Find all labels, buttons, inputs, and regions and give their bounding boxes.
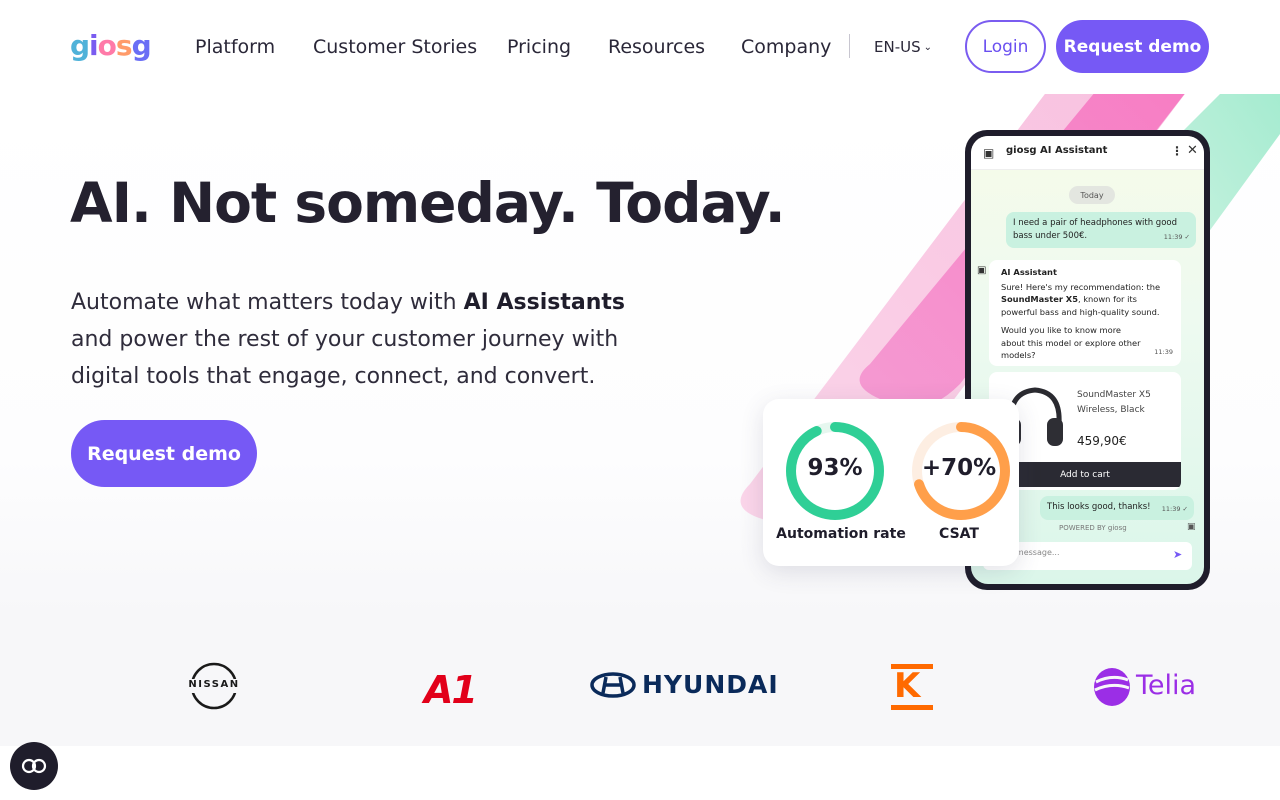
request-demo-button-hero[interactable]: Request demo	[71, 420, 257, 487]
close-icon[interactable]: ✕	[1187, 143, 1198, 158]
nav-link-resources[interactable]: Resources	[608, 34, 705, 60]
giosg-logo[interactable]: giosg	[70, 30, 152, 62]
hero-headline: AI. Not someday. Today.	[70, 171, 786, 235]
message-time: 11:39	[1154, 347, 1173, 356]
user-message: This looks good, thanks! 11:39 ✓	[1040, 496, 1194, 520]
message-time: 11:39 ✓	[1161, 505, 1188, 513]
language-selector[interactable]: EN-US ⌄	[874, 36, 932, 59]
robot-icon: ▣	[977, 265, 987, 276]
hero-subtext: Automate what matters today with AI Assi…	[71, 290, 625, 389]
product-name: SoundMaster X5 Wireless, Black	[1077, 390, 1151, 415]
customer-logos-strip: NISSAN A1 HYUNDAI K Telia	[0, 614, 1280, 746]
cookie-consent-icon	[21, 758, 47, 774]
language-label: EN-US	[874, 38, 921, 56]
page-bottom	[0, 746, 1280, 800]
automation-rate-value: 93%	[807, 455, 863, 481]
nav-link-customer-stories[interactable]: Customer Stories	[313, 34, 477, 60]
powered-by-label: POWERED BY giosg	[1059, 524, 1127, 532]
nav-link-company[interactable]: Company	[741, 34, 831, 60]
stats-card: 93% Automation rate +70% CSAT	[763, 399, 1019, 566]
robot-icon: ▣	[1187, 522, 1196, 532]
message-input[interactable]	[995, 548, 1165, 557]
nav-link-pricing[interactable]: Pricing	[507, 34, 571, 60]
ai-message-followup: Would you like to know more about this m…	[1001, 325, 1141, 360]
chevron-down-icon: ⌄	[923, 42, 933, 53]
kesko-logo: K	[891, 664, 933, 710]
nav-link-platform[interactable]: Platform	[195, 34, 275, 60]
robot-icon: ▣	[983, 146, 995, 160]
a1-logo: A1	[424, 668, 478, 712]
csat-label: CSAT	[939, 526, 979, 542]
message-time: 11:39 ✓	[1163, 233, 1190, 241]
ai-message-text: Sure! Here's my recommendation: the Soun…	[1001, 281, 1161, 317]
user-message-text: This looks good, thanks!	[1047, 502, 1151, 512]
cookie-consent-button[interactable]	[10, 742, 58, 790]
user-message-text: I need a pair of headphones with good ba…	[1013, 218, 1177, 241]
product-price: 459,90€	[1077, 434, 1127, 448]
ai-message: AI Assistant Sure! Here's my recommendat…	[989, 260, 1181, 366]
top-navigation: giosg Platform Customer Stories Pricing …	[0, 0, 1280, 94]
telia-logo: Telia	[1092, 664, 1202, 710]
nissan-logo: NISSAN	[184, 662, 244, 710]
hyundai-logo: HYUNDAI	[590, 670, 778, 702]
date-divider: Today	[1069, 186, 1115, 204]
chat-header: ▣ giosg AI Assistant ⋮ ✕	[971, 136, 1204, 170]
ai-message-sender: AI Assistant	[1001, 267, 1057, 277]
automation-rate-label: Automation rate	[776, 526, 906, 542]
more-options-icon[interactable]: ⋮	[1171, 144, 1183, 158]
request-demo-button-nav[interactable]: Request demo	[1056, 20, 1209, 73]
user-message: I need a pair of headphones with good ba…	[1006, 212, 1196, 248]
send-icon[interactable]: ➤	[1173, 548, 1182, 561]
nav-divider	[849, 34, 850, 58]
login-button[interactable]: Login	[965, 20, 1046, 73]
chat-title: giosg AI Assistant	[1006, 145, 1108, 156]
csat-value: +70%	[921, 455, 997, 481]
